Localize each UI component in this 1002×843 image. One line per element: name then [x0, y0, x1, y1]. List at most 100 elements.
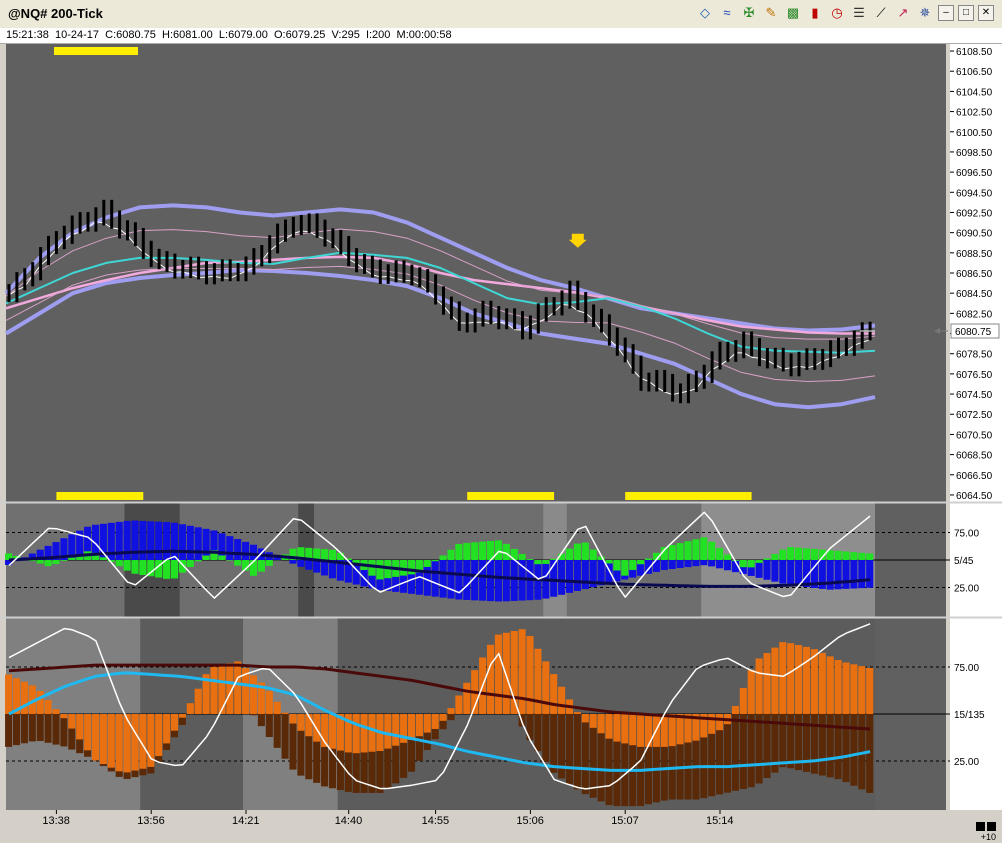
clock-icon[interactable]: ◷ [828, 4, 846, 22]
info-date: 10-24-17 [54, 29, 99, 41]
restore-button[interactable]: □ [958, 5, 974, 21]
orange-histogram-bar [297, 714, 305, 731]
orange-histogram-bar [621, 714, 629, 744]
toolbar: ◇ ≈ ✠ ✎ ▩ ▮ ◷ ☰ ⟋ ↗ ✵ – □ ✕ [696, 4, 994, 24]
orange-histogram-bar [447, 708, 455, 714]
green-histogram-bar [186, 560, 194, 567]
bar-chart-icon[interactable]: ▩ [784, 4, 802, 22]
pane-corner-controls[interactable] [976, 822, 996, 831]
dark-histogram-bar [249, 714, 258, 716]
blue-histogram-bar [558, 560, 566, 595]
candlestick-icon[interactable]: ▮ [806, 4, 824, 22]
green-histogram-bar [542, 560, 550, 564]
green-histogram-bar [565, 548, 574, 560]
orange-histogram-bar [218, 665, 226, 714]
green-histogram-bar [518, 554, 526, 560]
blue-histogram-bar [486, 560, 495, 602]
blue-histogram-bar [834, 560, 842, 590]
price-tick-label: 6088.50 [956, 249, 993, 260]
oscillator-tick-label: 15/135 [954, 710, 985, 721]
dark-histogram-bar [542, 714, 550, 762]
blue-histogram-bar [826, 560, 834, 590]
dark-histogram-bar [52, 714, 60, 745]
green-histogram-bar [771, 554, 779, 560]
orange-histogram-bar [91, 714, 100, 761]
blue-histogram-bar [131, 520, 139, 560]
blue-histogram-bar [139, 520, 147, 560]
zoom-label: +10 [980, 832, 996, 842]
orange-histogram-bar [5, 674, 13, 714]
orange-histogram-bar [858, 666, 866, 714]
trend-icon[interactable]: ↗ [894, 4, 912, 22]
signal-marker [467, 492, 555, 500]
price-tick-label: 6076.50 [956, 370, 993, 381]
price-tick-label: 6090.50 [956, 229, 993, 240]
price-tick-label: 6096.50 [956, 168, 993, 179]
dark-histogram-bar [558, 714, 566, 779]
orange-histogram-bar [52, 709, 60, 714]
chart-area[interactable]: 6108.50 6106.50 6104.50 6102.50 6100.50 6098.… [0, 44, 1002, 843]
close-button[interactable]: ✕ [978, 5, 994, 21]
green-histogram-bar [328, 549, 337, 560]
green-histogram-bar [407, 560, 416, 575]
signal-marker [625, 492, 752, 500]
green-histogram-bar [502, 543, 510, 560]
green-histogram-bar [700, 537, 708, 560]
dark-histogram-bar [257, 714, 265, 727]
blue-histogram-bar [289, 560, 297, 564]
price-tick-label: 6086.50 [956, 269, 993, 280]
bands-icon[interactable]: ≈ [718, 4, 736, 22]
orange-histogram-bar [249, 675, 258, 714]
orange-histogram-bar [834, 660, 842, 714]
green-histogram-bar [842, 551, 850, 560]
green-histogram-bar [629, 560, 637, 570]
corner-square-icon[interactable] [976, 822, 985, 831]
orange-histogram-bar [384, 714, 392, 749]
green-histogram-bar [573, 543, 581, 560]
green-histogram-bar [163, 560, 171, 579]
orange-histogram-bar [281, 712, 289, 714]
corner-square-icon[interactable] [987, 822, 996, 831]
orange-histogram-bar [494, 634, 502, 714]
dark-histogram-bar [723, 714, 732, 793]
green-histogram-bar [257, 560, 265, 572]
oscillator-tick-label: 25.00 [954, 757, 979, 768]
price-tick-label: 6070.50 [956, 430, 993, 441]
green-histogram-bar [52, 560, 60, 565]
pencil-icon[interactable]: ✎ [762, 4, 780, 22]
orange-histogram-bar [668, 714, 676, 747]
properties-icon[interactable]: ☰ [850, 4, 868, 22]
green-histogram-bar [581, 542, 589, 560]
format-icon[interactable]: ◇ [696, 4, 714, 22]
minimize-button[interactable]: – [938, 5, 954, 21]
orange-histogram-bar [810, 649, 818, 714]
blue-histogram-bar [787, 560, 795, 586]
dark-histogram-bar [787, 714, 795, 769]
green-histogram-bar [131, 560, 139, 574]
green-histogram-bar [170, 560, 179, 579]
orange-histogram-bar [534, 648, 542, 714]
draw-line-icon[interactable]: ⟋ [872, 4, 890, 22]
green-histogram-bar [44, 560, 52, 567]
price-tick-label: 6066.50 [956, 471, 993, 482]
green-histogram-bar [376, 560, 384, 580]
blue-histogram-bar [234, 539, 242, 560]
info-open: O:6079.25 [273, 29, 326, 41]
green-histogram-bar [455, 544, 463, 560]
cross-icon[interactable]: ✠ [740, 4, 758, 22]
orange-histogram-bar [771, 647, 779, 714]
dark-histogram-bar [850, 714, 858, 786]
title-bar: @NQ# 200-Tick ◇ ≈ ✠ ✎ ▩ ▮ ◷ ☰ ⟋ ↗ ✵ – □ … [0, 0, 1002, 29]
orange-histogram-bar [802, 646, 811, 714]
dark-histogram-bar [12, 714, 21, 746]
dark-histogram-bar [273, 714, 281, 748]
green-histogram-bar [605, 560, 613, 564]
dropper-icon[interactable]: ✵ [916, 4, 934, 22]
orange-histogram-bar [68, 714, 76, 729]
green-histogram-bar [708, 541, 716, 560]
dark-histogram-bar [526, 714, 534, 741]
info-high: H:6081.00 [162, 29, 213, 41]
time-tick-label: 15:07 [611, 815, 639, 827]
blue-histogram-bar [494, 560, 502, 602]
blue-histogram-bar [178, 524, 186, 560]
